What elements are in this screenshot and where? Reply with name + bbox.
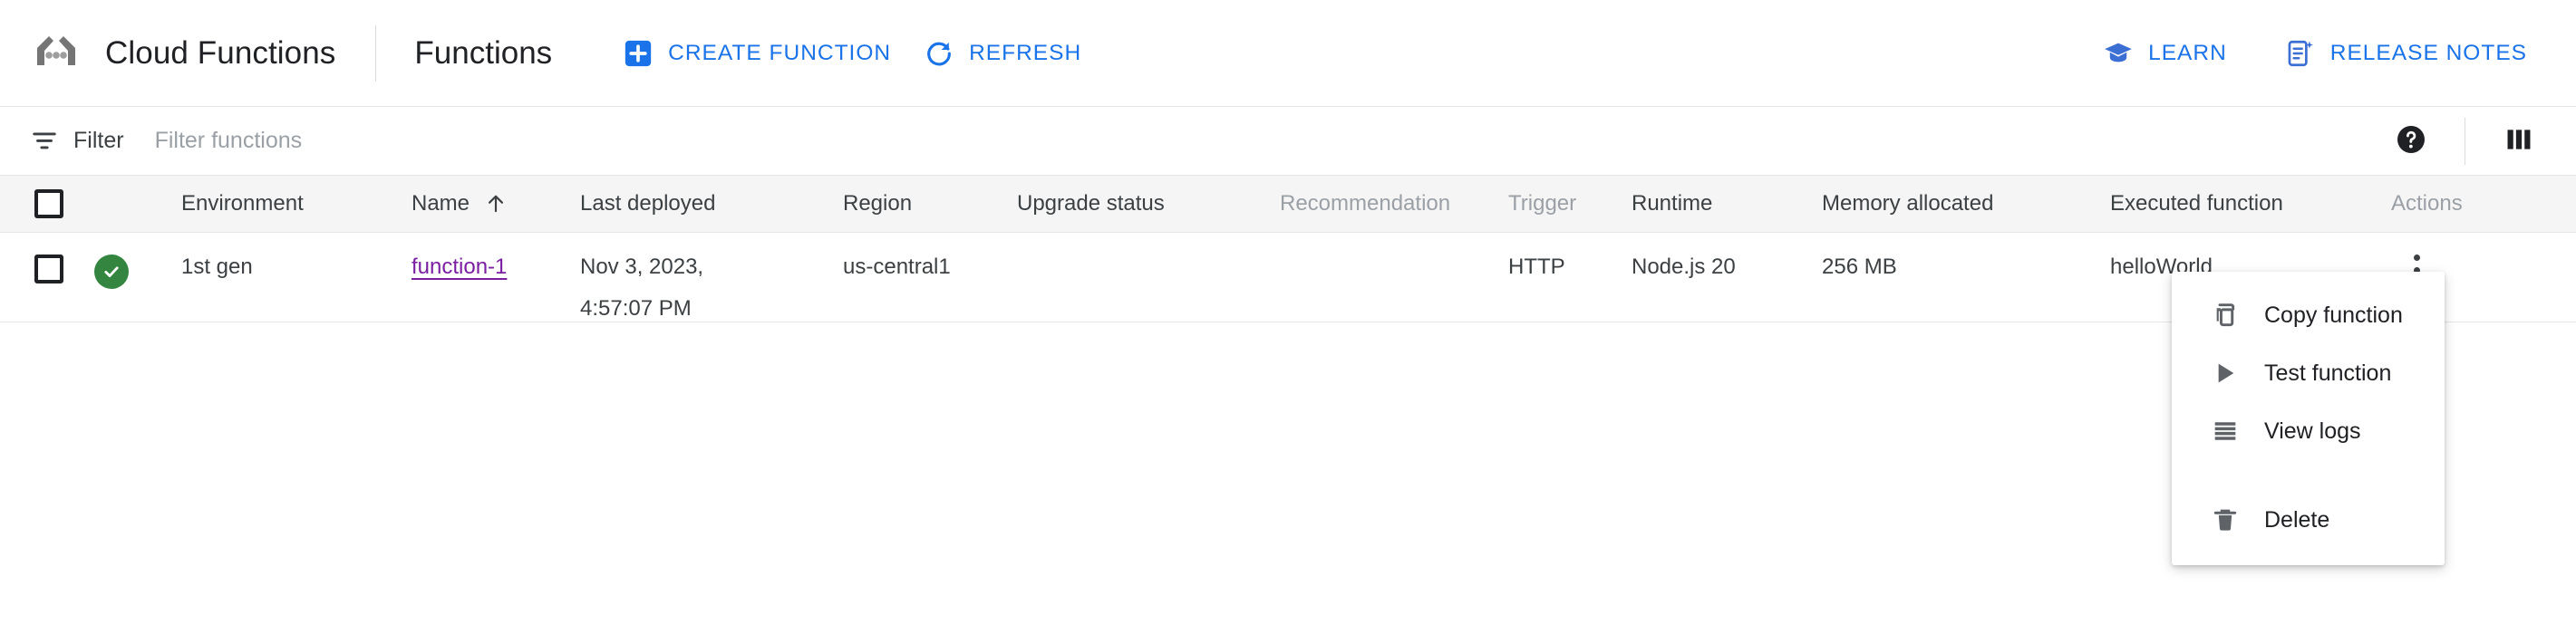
menu-item-test-function[interactable]: Test function bbox=[2172, 344, 2445, 402]
column-header-select bbox=[0, 176, 94, 233]
column-header-memory[interactable]: Memory allocated bbox=[1822, 176, 2110, 233]
top-app-bar: Cloud Functions Functions CREATE FUNCTIO… bbox=[0, 0, 2576, 107]
toolbar-right-actions: LEARN RELEASE NOTES bbox=[2061, 0, 2543, 107]
filter-icon bbox=[31, 128, 58, 155]
column-label-last-deployed: Last deployed bbox=[580, 190, 716, 216]
plus-square-icon bbox=[623, 38, 654, 69]
trash-icon bbox=[2210, 505, 2241, 534]
filter-bar-right bbox=[2385, 107, 2545, 176]
menu-separator bbox=[2172, 460, 2445, 491]
toolbar-actions: CREATE FUNCTION REFRESH bbox=[606, 24, 1098, 82]
function-name-link[interactable]: function-1 bbox=[412, 255, 507, 279]
menu-label-delete: Delete bbox=[2264, 506, 2330, 533]
create-function-label: CREATE FUNCTION bbox=[668, 40, 892, 65]
menu-item-view-logs[interactable]: View logs bbox=[2172, 402, 2445, 460]
menu-item-copy-function[interactable]: Copy function bbox=[2172, 286, 2445, 344]
check-circle-icon bbox=[94, 254, 129, 289]
row-environment-cell: 1st gen bbox=[181, 232, 412, 322]
cloud-functions-page: Cloud Functions Functions CREATE FUNCTIO… bbox=[0, 0, 2576, 634]
row-checkbox[interactable] bbox=[34, 254, 63, 283]
brand: Cloud Functions bbox=[31, 0, 335, 106]
header-divider bbox=[375, 24, 377, 82]
column-label-actions: Actions bbox=[2391, 190, 2463, 216]
filter-control[interactable]: Filter bbox=[31, 128, 971, 155]
row-region-cell: us-central1 bbox=[843, 232, 1017, 322]
menu-label-view-logs: View logs bbox=[2264, 418, 2361, 444]
table-header-row: Environment Name Last deployed Region Up… bbox=[0, 176, 2576, 233]
filter-label: Filter bbox=[73, 128, 124, 153]
product-title: Cloud Functions bbox=[105, 34, 336, 71]
column-label-environment: Environment bbox=[181, 190, 304, 216]
column-settings-icon bbox=[2503, 124, 2534, 159]
release-notes-button[interactable]: RELEASE NOTES bbox=[2269, 24, 2543, 82]
column-settings-button[interactable] bbox=[2493, 115, 2545, 168]
column-header-environment[interactable]: Environment bbox=[181, 176, 412, 233]
learn-label: LEARN bbox=[2148, 41, 2227, 65]
column-label-upgrade-status: Upgrade status bbox=[1017, 190, 1165, 216]
column-header-upgrade-status[interactable]: Upgrade status bbox=[1017, 176, 1280, 233]
column-label-region: Region bbox=[843, 190, 913, 216]
column-header-name[interactable]: Name bbox=[412, 176, 580, 233]
column-header-region[interactable]: Region bbox=[843, 176, 1017, 233]
row-name-cell: function-1 bbox=[412, 232, 580, 322]
row-runtime-cell: Node.js 20 bbox=[1632, 232, 1822, 322]
row-context-menu: Copy function Test function View logs De… bbox=[2172, 272, 2445, 565]
column-header-recommendation: Recommendation bbox=[1280, 176, 1508, 233]
copy-icon bbox=[2210, 301, 2241, 330]
play-icon bbox=[2210, 359, 2241, 388]
row-select-cell bbox=[0, 232, 94, 322]
kebab-dot bbox=[2413, 255, 2420, 261]
table-header: Environment Name Last deployed Region Up… bbox=[0, 176, 2576, 233]
last-deployed-time: 4:57:07 PM bbox=[580, 295, 692, 321]
row-last-deployed-cell: Nov 3, 2023, 4:57:07 PM bbox=[580, 232, 843, 322]
refresh-label: REFRESH bbox=[969, 40, 1082, 65]
column-label-trigger: Trigger bbox=[1508, 190, 1577, 216]
column-header-runtime[interactable]: Runtime bbox=[1632, 176, 1822, 233]
page-title: Functions bbox=[414, 34, 553, 71]
menu-label-copy-function: Copy function bbox=[2264, 302, 2403, 328]
column-label-memory: Memory allocated bbox=[1822, 190, 1994, 216]
row-status-cell bbox=[94, 232, 181, 322]
column-header-last-deployed[interactable]: Last deployed bbox=[580, 176, 843, 233]
logs-icon bbox=[2210, 417, 2241, 446]
column-label-executed-function: Executed function bbox=[2110, 190, 2283, 216]
create-function-button[interactable]: CREATE FUNCTION bbox=[606, 24, 907, 82]
arrow-up-icon[interactable] bbox=[484, 192, 508, 216]
row-memory-cell: 256 MB bbox=[1822, 232, 2110, 322]
column-header-actions: Actions bbox=[2391, 176, 2576, 233]
filter-input[interactable] bbox=[154, 128, 971, 154]
filter-bar: Filter bbox=[0, 107, 2576, 176]
column-label-recommendation: Recommendation bbox=[1280, 190, 1451, 216]
row-recommendation-cell bbox=[1280, 232, 1508, 322]
column-label-runtime: Runtime bbox=[1632, 190, 1713, 216]
column-header-executed-function[interactable]: Executed function bbox=[2110, 176, 2391, 233]
help-circle-icon bbox=[2395, 123, 2427, 160]
learn-button[interactable]: LEARN bbox=[2087, 24, 2243, 82]
row-upgrade-status-cell bbox=[1017, 232, 1280, 322]
row-trigger-cell: HTTP bbox=[1508, 232, 1632, 322]
release-notes-label: RELEASE NOTES bbox=[2329, 41, 2527, 65]
column-label-name: Name bbox=[412, 190, 470, 216]
last-deployed-date: Nov 3, 2023, bbox=[580, 254, 704, 279]
refresh-button[interactable]: REFRESH bbox=[907, 24, 1098, 82]
graduation-cap-icon bbox=[2103, 38, 2134, 69]
help-button[interactable] bbox=[2385, 115, 2437, 168]
column-header-trigger: Trigger bbox=[1508, 176, 1632, 233]
cloud-functions-logo-icon bbox=[31, 28, 82, 79]
select-all-checkbox[interactable] bbox=[34, 188, 63, 218]
menu-item-delete[interactable]: Delete bbox=[2172, 491, 2445, 549]
column-header-status bbox=[94, 176, 181, 233]
release-notes-icon bbox=[2285, 38, 2316, 69]
refresh-icon bbox=[924, 38, 954, 69]
menu-label-test-function: Test function bbox=[2264, 360, 2392, 386]
